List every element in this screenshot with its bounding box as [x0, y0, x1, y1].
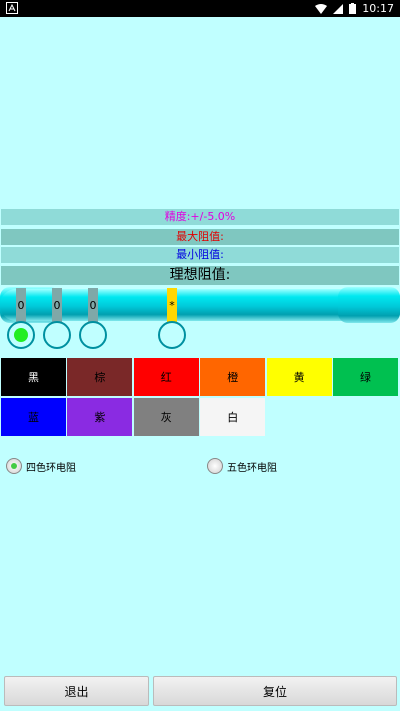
battery-icon: [349, 3, 357, 14]
color-swatch[interactable]: 蓝: [1, 397, 66, 436]
band-4-value: *: [169, 298, 175, 312]
status-time: 10:17: [362, 2, 394, 15]
color-swatch[interactable]: 紫: [67, 397, 133, 436]
color-swatch[interactable]: 橙: [200, 358, 266, 396]
band-2[interactable]: 0: [52, 288, 62, 322]
color-swatch[interactable]: 绿: [333, 358, 398, 396]
mode-five-band[interactable]: 五色环电阻: [207, 457, 277, 475]
resistor-right-cap: [338, 287, 400, 323]
mode-four-band[interactable]: 四色环电阻: [6, 457, 76, 475]
band-selector-1[interactable]: [7, 321, 35, 349]
band-4[interactable]: *: [167, 288, 177, 322]
color-swatch[interactable]: 灰: [133, 397, 199, 436]
color-swatch[interactable]: 红: [133, 358, 199, 396]
color-swatch[interactable]: 黑: [1, 358, 66, 396]
radio-selected-dot: [14, 328, 28, 342]
band-1[interactable]: 0: [16, 288, 26, 322]
band-3[interactable]: 0: [88, 288, 98, 322]
exit-button[interactable]: 退出: [4, 676, 149, 706]
band-1-value: 0: [17, 298, 25, 312]
notification-a-icon: [6, 2, 18, 14]
reset-button[interactable]: 复位: [153, 676, 397, 706]
mode-four-band-label: 四色环电阻: [26, 462, 76, 474]
mode-five-band-label: 五色环电阻: [227, 462, 277, 474]
color-swatch[interactable]: 棕: [67, 358, 133, 396]
min-value-label: 最小阻值:: [1, 247, 399, 263]
wifi-icon: [315, 3, 328, 14]
color-swatch[interactable]: 白: [200, 397, 266, 436]
radio-four-band[interactable]: [6, 458, 22, 474]
radio-five-band[interactable]: [207, 458, 223, 474]
status-bar: 10:17: [0, 0, 400, 17]
band-3-value: 0: [89, 298, 97, 312]
resistor-graphic: 0 0 0 *: [0, 287, 400, 323]
band-selector-3[interactable]: [79, 321, 107, 349]
band-selector-4[interactable]: [158, 321, 186, 349]
band-2-value: 0: [53, 298, 61, 312]
color-swatch[interactable]: 黄: [266, 358, 332, 396]
ideal-value-label: 理想阻值:: [1, 266, 399, 285]
band-selector-2[interactable]: [43, 321, 71, 349]
precision-label: 精度:+/-5.0%: [1, 209, 399, 225]
max-value-label: 最大阻值:: [1, 229, 399, 245]
signal-icon: [333, 3, 344, 14]
